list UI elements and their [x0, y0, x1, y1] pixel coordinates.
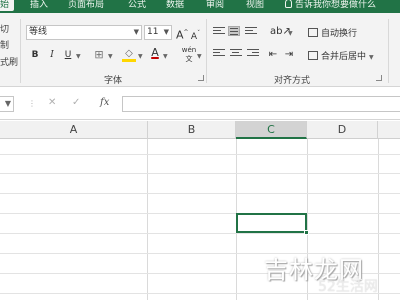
align-top-icon[interactable]	[213, 27, 225, 37]
tab-page-layout[interactable]: 页面布局	[68, 0, 104, 11]
chevron-down-icon: ▼	[138, 53, 143, 60]
grow-font-button[interactable]: A^	[176, 26, 189, 42]
name-box[interactable]: ▼	[0, 96, 14, 112]
font-color-button[interactable]: A	[149, 46, 161, 60]
group-divider	[206, 19, 207, 83]
fill-color-button[interactable]: ◇	[122, 47, 136, 62]
merge-center-button[interactable]: 合并后居中 ▼	[308, 49, 374, 62]
wrap-text-label: 自动换行	[321, 29, 358, 39]
align-middle-icon[interactable]	[228, 26, 240, 36]
merge-center-label: 合并后居中	[321, 52, 367, 62]
align-center-icon[interactable]	[230, 49, 242, 59]
shrink-font-button[interactable]: Aˇ	[190, 27, 201, 42]
column-header-next[interactable]	[378, 121, 400, 139]
ribbon-panel: 切 制 式刷 等线 ▼ 11 ▼ A^ Aˇ B I U ▼ ⊞ ▼ ◇ ▼ A…	[0, 13, 400, 87]
column-header-d[interactable]: D	[307, 121, 378, 139]
wrap-text-icon	[308, 28, 318, 37]
phonetic-guide-button[interactable]: wén 文	[180, 46, 198, 63]
watermark-subtext: 52生活网	[318, 279, 378, 295]
fill-color-swatch	[122, 59, 136, 62]
tab-formulas[interactable]: 公式	[128, 0, 146, 11]
chevron-down-icon: ▼	[288, 30, 293, 37]
font-size-value: 11	[147, 27, 159, 37]
align-left-icon[interactable]	[213, 49, 225, 59]
group-divider	[388, 19, 389, 83]
phonetic-label: wén	[181, 46, 197, 54]
group-divider	[20, 19, 21, 83]
chevron-down-icon: ▼	[76, 53, 81, 60]
dialog-launcher-icon[interactable]	[376, 75, 382, 81]
grid-row-line	[0, 154, 400, 155]
decrease-indent-icon: ⇤	[268, 49, 278, 60]
align-right-icon[interactable]	[247, 49, 259, 59]
column-header-b[interactable]: B	[148, 121, 236, 139]
formula-bar-grip-icon[interactable]: ⋮	[28, 99, 36, 108]
font-family-value: 等线	[29, 27, 48, 37]
tab-view[interactable]: 视图	[246, 0, 264, 11]
bold-button[interactable]: B	[30, 48, 40, 62]
dialog-launcher-icon[interactable]	[198, 75, 204, 81]
decrease-indent-button[interactable]: ⇤	[267, 48, 279, 62]
column-header-a[interactable]: A	[0, 121, 148, 139]
ribbon-tab-bar: 始 插入 页面布局 公式 数据 审阅 视图 告诉我你想要做什么	[0, 0, 400, 13]
chevron-down-icon: ▼	[197, 53, 202, 60]
grid-row-line	[0, 193, 400, 194]
underline-button[interactable]: U	[63, 48, 73, 62]
align-bottom-icon[interactable]	[245, 27, 257, 37]
cancel-entry-button[interactable]: ✕	[48, 97, 56, 108]
alignment-group-label: 对齐方式	[274, 76, 311, 86]
tab-home[interactable]: 始	[0, 0, 14, 11]
tab-insert[interactable]: 插入	[30, 0, 48, 11]
column-header-c[interactable]: C	[236, 121, 307, 139]
grid-row-line	[0, 213, 400, 214]
grid-column-line	[147, 139, 148, 300]
tab-review[interactable]: 审阅	[206, 0, 224, 11]
orientation-button[interactable]: ab↗	[270, 25, 291, 39]
fill-handle[interactable]	[304, 230, 309, 235]
column-headers: A B C D	[0, 121, 400, 139]
tell-me-search[interactable]: 告诉我你想要做什么	[285, 0, 376, 10]
increase-indent-icon: ⇥	[284, 49, 294, 60]
merge-cells-icon	[308, 51, 318, 60]
format-painter-button[interactable]: 式刷	[0, 55, 18, 68]
font-family-select[interactable]: 等线 ▼	[26, 25, 142, 40]
paint-bucket-icon: ◇	[125, 48, 133, 59]
chevron-down-icon: ▼	[133, 28, 139, 36]
italic-button[interactable]: I	[47, 48, 57, 62]
borders-button[interactable]: ⊞	[92, 48, 106, 62]
formula-input[interactable]	[122, 96, 400, 112]
confirm-entry-button[interactable]: ✓	[72, 97, 80, 108]
copy-button[interactable]: 制	[0, 38, 9, 51]
grid-column-line	[378, 139, 379, 300]
font-group-label: 字体	[104, 76, 123, 86]
chevron-down-icon: ▼	[108, 53, 113, 60]
tell-me-label: 告诉我你想要做什么	[295, 0, 377, 10]
grow-font-label: A	[176, 28, 184, 42]
active-cell-c[interactable]	[236, 213, 309, 235]
chevron-down-icon: ▼	[163, 53, 168, 60]
grid-row-line	[0, 173, 400, 174]
cut-button[interactable]: 切	[0, 22, 9, 35]
font-size-select[interactable]: 11 ▼	[144, 25, 172, 40]
grid-row-line	[0, 233, 400, 234]
insert-function-button[interactable]: fx	[100, 97, 109, 108]
tab-data[interactable]: 数据	[166, 0, 184, 11]
formula-bar: ▼ ⋮ ✕ ✓ fx	[0, 87, 400, 120]
chevron-down-icon: ▼	[4, 99, 11, 108]
borders-icon: ⊞	[94, 48, 104, 61]
increase-indent-button[interactable]: ⇥	[283, 48, 295, 62]
chevron-down-icon: ▼	[369, 54, 374, 61]
chevron-down-icon: ▼	[163, 28, 169, 36]
lightbulb-icon	[285, 0, 292, 8]
wrap-text-button[interactable]: 自动换行	[308, 26, 357, 39]
